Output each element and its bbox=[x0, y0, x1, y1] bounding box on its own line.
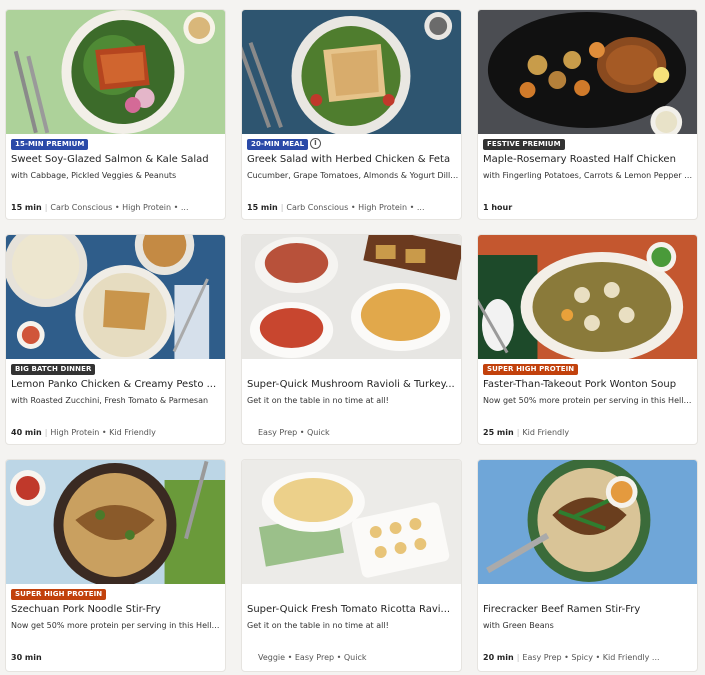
badge: super high protein bbox=[483, 364, 579, 375]
recipe-meta: 30 min bbox=[11, 653, 223, 662]
recipe-tags: Carb Conscious • High Protein • ... bbox=[286, 203, 425, 212]
recipe-card-szechuan-pork[interactable]: super high protein Szechuan Pork Noodle … bbox=[5, 459, 226, 672]
recipe-title[interactable]: Firecracker Beef Ramen Stir-Fry bbox=[483, 604, 693, 615]
recipe-photo[interactable] bbox=[478, 10, 697, 134]
recipe-title[interactable]: Sweet Soy-Glazed Salmon & Kale Salad bbox=[11, 154, 221, 165]
recipe-title[interactable]: Faster-Than-Takeout Pork Wonton Soup bbox=[483, 379, 693, 390]
recipe-photo[interactable] bbox=[6, 460, 225, 584]
recipe-title[interactable]: Greek Salad with Herbed Chicken & Feta bbox=[247, 154, 457, 165]
recipe-subtitle: Get it on the table in no time at all! bbox=[247, 621, 389, 630]
recipe-card-roasted-chicken[interactable]: festive premium Maple-Rosemary Roasted H… bbox=[477, 9, 698, 220]
recipe-meta: 15 min | Carb Conscious • High Protein • .… bbox=[11, 203, 189, 212]
recipe-title[interactable]: Maple-Rosemary Roasted Half Chicken bbox=[483, 154, 693, 165]
recipe-subtitle: with Roasted Zucchini, Fresh Tomato & Pa… bbox=[11, 396, 209, 405]
recipe-card-pork-wonton[interactable]: super high protein Faster-Than-Takeout P… bbox=[477, 234, 698, 445]
recipe-title[interactable]: Super-Quick Fresh Tomato Ricotta Ravi... bbox=[247, 604, 457, 615]
recipe-tags: Kid Friendly bbox=[522, 428, 570, 437]
recipe-photo[interactable] bbox=[478, 460, 697, 584]
recipe-meta: 1 hour bbox=[483, 203, 695, 212]
badge-label: 20-min meal bbox=[251, 140, 305, 148]
recipe-subtitle: with Fingerling Potatoes, Carrots & Lemo… bbox=[483, 171, 695, 180]
recipe-subtitle: Cucumber, Grape Tomatoes, Almonds & Yogu… bbox=[247, 171, 459, 180]
recipe-card-lemon-panko[interactable]: big batch dinner Lemon Panko Chicken & C… bbox=[5, 234, 226, 445]
recipe-meta: Veggie • Easy Prep • Quick bbox=[258, 653, 461, 662]
cook-time: 20 min bbox=[483, 653, 514, 662]
recipe-card-salmon-kale[interactable]: 15-min premium Sweet Soy-Glazed Salmon &… bbox=[5, 9, 226, 220]
recipe-meta: 40 min | High Protein • Kid Friendly bbox=[11, 428, 156, 437]
recipe-photo[interactable] bbox=[242, 235, 461, 359]
recipe-photo[interactable] bbox=[478, 235, 697, 359]
info-icon[interactable]: i bbox=[310, 138, 321, 149]
recipe-card-greek-salad[interactable]: 20-min meal i Greek Salad with Herbed Chi… bbox=[241, 9, 462, 220]
recipe-subtitle: Now get 50% more protein per serving in … bbox=[11, 621, 223, 630]
badge: festive premium bbox=[483, 139, 565, 150]
recipe-title[interactable]: Szechuan Pork Noodle Stir-Fry bbox=[11, 604, 221, 615]
recipe-tags: Carb Conscious • High Protein • ... bbox=[50, 203, 189, 212]
recipe-title[interactable]: Super-Quick Mushroom Ravioli & Turkey... bbox=[247, 379, 457, 390]
recipe-subtitle: Get it on the table in no time at all! bbox=[247, 396, 389, 405]
recipe-subtitle: Now get 50% more protein per serving in … bbox=[483, 396, 695, 405]
recipe-meta: 25 min | Kid Friendly bbox=[483, 428, 570, 437]
cook-time: 15 min bbox=[247, 203, 278, 212]
cook-time: 30 min bbox=[11, 653, 42, 662]
recipe-title[interactable]: Lemon Panko Chicken & Creamy Pesto ... bbox=[11, 379, 221, 390]
recipe-tags: Easy Prep • Quick bbox=[258, 428, 330, 437]
recipe-subtitle: with Green Beans bbox=[483, 621, 554, 630]
recipe-subtitle: with Cabbage, Pickled Veggies & Peanuts bbox=[11, 171, 177, 180]
recipe-meta: Easy Prep • Quick bbox=[258, 428, 461, 437]
recipe-meta: 15 min | Carb Conscious • High Protein • .… bbox=[247, 203, 425, 212]
recipe-tags: Easy Prep • Spicy • Kid Friendly ... bbox=[522, 653, 660, 662]
recipe-photo[interactable] bbox=[242, 460, 461, 584]
recipe-tags: Veggie • Easy Prep • Quick bbox=[258, 653, 367, 662]
badge: 15-min premium bbox=[11, 139, 89, 150]
cook-time: 15 min bbox=[11, 203, 42, 212]
recipe-photo[interactable] bbox=[6, 235, 225, 359]
badge: super high protein bbox=[11, 589, 107, 600]
badge: 20-min meal i bbox=[247, 138, 321, 150]
recipe-card-firecracker-beef[interactable]: Firecracker Beef Ramen Stir-Fry with Gre… bbox=[477, 459, 698, 672]
recipe-grid: 15-min premium Sweet Soy-Glazed Salmon &… bbox=[0, 0, 705, 675]
cook-time: 40 min bbox=[11, 428, 42, 437]
recipe-tags: High Protein • Kid Friendly bbox=[50, 428, 156, 437]
recipe-card-tomato-ricotta[interactable]: Super-Quick Fresh Tomato Ricotta Ravi...… bbox=[241, 459, 462, 672]
recipe-card-mushroom-ravioli[interactable]: Super-Quick Mushroom Ravioli & Turkey...… bbox=[241, 234, 462, 445]
recipe-photo[interactable] bbox=[242, 10, 461, 134]
recipe-meta: 20 min | Easy Prep • Spicy • Kid Friendly … bbox=[483, 653, 660, 662]
badge: big batch dinner bbox=[11, 364, 96, 375]
cook-time: 25 min bbox=[483, 428, 514, 437]
cook-time: 1 hour bbox=[483, 203, 513, 212]
recipe-photo[interactable] bbox=[6, 10, 225, 134]
